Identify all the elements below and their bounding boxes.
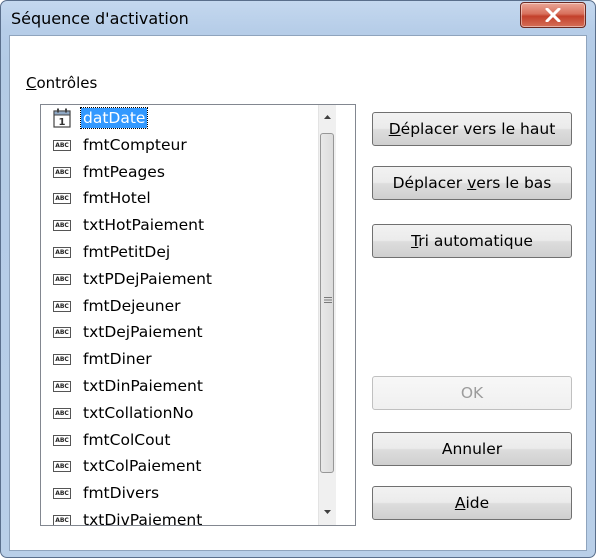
list-item-label: datDate (79, 107, 149, 129)
text-field-icon: ABC (53, 514, 71, 525)
grip-icon (324, 297, 332, 303)
list-item[interactable]: ABC txtDinPaiement (41, 373, 317, 400)
list-item[interactable]: ABC fmtDejeuner (41, 293, 317, 320)
arrow-up-icon (324, 115, 331, 119)
list-item-label: fmtHotel (83, 189, 151, 208)
list-items: 1 datDate ABC fmtCompteur ABC fmtPeages ABC fmt… (41, 105, 317, 526)
list-item[interactable]: ABC txtHotPaiement (41, 212, 317, 239)
list-item-label: fmtDejeuner (83, 296, 181, 315)
text-field-icon: ABC (53, 380, 71, 392)
list-item-label: fmtCompteur (83, 135, 187, 154)
list-item[interactable]: ABC txtDejPaiement (41, 319, 317, 346)
list-item-label: fmtPetitDej (83, 242, 171, 261)
move-up-button[interactable]: Déplacer vers le haut (372, 112, 572, 146)
scroll-thumb[interactable] (320, 133, 334, 473)
text-field-icon: ABC (53, 407, 71, 419)
text-field-icon: ABC (53, 327, 71, 339)
controls-label: Contrôles (26, 74, 98, 92)
list-item[interactable]: 1 datDate (41, 105, 317, 132)
vertical-scrollbar[interactable] (318, 105, 336, 525)
list-item[interactable]: ABC txtDivPaiement (41, 507, 317, 526)
ok-button[interactable]: OK (372, 376, 572, 410)
text-field-icon: ABC (53, 193, 71, 205)
list-item[interactable]: ABC fmtPetitDej (41, 239, 317, 266)
list-item-label: txtCollationNo (83, 403, 194, 422)
list-item-label: txtColPaiement (83, 457, 202, 476)
list-item-label: txtPDejPaiement (83, 269, 212, 288)
text-field-icon: ABC (53, 354, 71, 366)
text-field-icon: ABC (53, 139, 71, 151)
list-item-label: txtDinPaiement (83, 376, 203, 395)
arrow-down-icon (324, 510, 331, 514)
move-down-button[interactable]: Déplacer vers le bas (372, 166, 572, 200)
text-field-icon: ABC (53, 166, 71, 178)
calendar-icon: 1 (53, 108, 71, 128)
list-item[interactable]: ABC txtPDejPaiement (41, 266, 317, 293)
list-item[interactable]: ABC fmtDivers (41, 480, 317, 507)
list-item-label: txtDejPaiement (83, 323, 203, 342)
text-field-icon: ABC (53, 461, 71, 473)
title-bar[interactable]: Séquence d'activation (1, 1, 595, 35)
help-button[interactable]: Aide (372, 486, 572, 520)
list-item[interactable]: ABC fmtHotel (41, 185, 317, 212)
list-item[interactable]: ABC fmtCompteur (41, 132, 317, 159)
close-icon (545, 8, 561, 22)
list-item-label: fmtDivers (83, 484, 160, 503)
list-item-label: txtHotPaiement (83, 216, 205, 235)
list-item[interactable]: ABC txtColPaiement (41, 453, 317, 480)
text-field-icon: ABC (53, 488, 71, 500)
text-field-icon: ABC (53, 300, 71, 312)
text-field-icon: ABC (53, 246, 71, 258)
auto-sort-button[interactable]: Tri automatique (372, 224, 572, 258)
scroll-down-button[interactable] (319, 503, 336, 520)
cancel-button[interactable]: Annuler (372, 432, 572, 466)
list-item-label: fmtColCout (83, 430, 171, 449)
list-item[interactable]: ABC fmtDiner (41, 346, 317, 373)
list-item[interactable]: ABC fmtPeages (41, 159, 317, 186)
list-item[interactable]: ABC txtCollationNo (41, 400, 317, 427)
list-item[interactable]: ABC fmtColCout (41, 427, 317, 454)
close-button[interactable] (520, 2, 586, 28)
svg-text:1: 1 (59, 117, 66, 128)
text-field-icon: ABC (53, 220, 71, 232)
list-item-label: fmtDiner (83, 350, 152, 369)
controls-listbox[interactable]: 1 datDate ABC fmtCompteur ABC fmtPeages ABC fmt… (40, 104, 356, 526)
text-field-icon: ABC (53, 273, 71, 285)
text-field-icon: ABC (53, 434, 71, 446)
list-item-label: fmtPeages (83, 162, 165, 181)
list-item-label: txtDivPaiement (83, 510, 203, 526)
scroll-up-button[interactable] (319, 109, 336, 126)
window-title: Séquence d'activation (11, 9, 189, 28)
